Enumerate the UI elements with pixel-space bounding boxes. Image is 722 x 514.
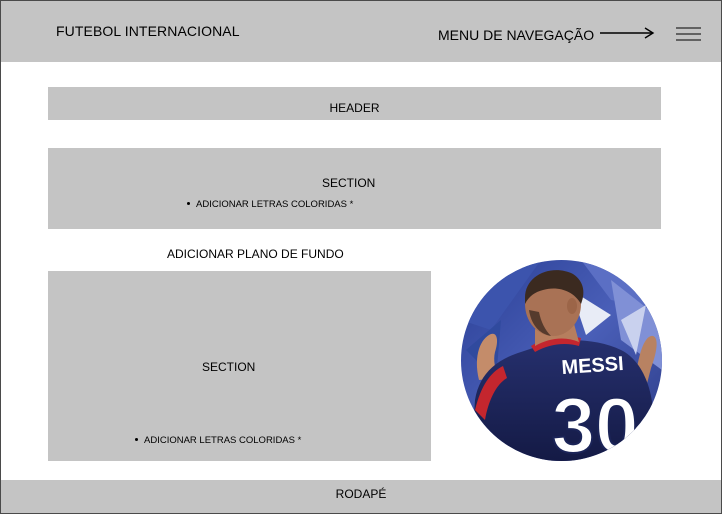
section-top-label: SECTION (322, 176, 376, 190)
player-photo: MESSI 30 (461, 260, 662, 461)
site-brand[interactable]: FUTEBOL INTERNACIONAL (56, 23, 240, 39)
bullet-icon (135, 437, 138, 441)
wireframe-page: FUTEBOL INTERNACIONAL MENU DE NAVEGAÇÃO … (0, 0, 722, 514)
bullet-icon (187, 201, 190, 205)
section-top-note-text: ADICIONAR LETRAS COLORIDAS * (196, 199, 354, 210)
navigation-menu-label[interactable]: MENU DE NAVEGAÇÃO (438, 27, 594, 43)
section-bottom-note: ADICIONAR LETRAS COLORIDAS * (135, 435, 301, 446)
section-bottom-label: SECTION (202, 360, 256, 374)
header-label: HEADER (329, 101, 380, 115)
footer-label: RODAPÉ (335, 487, 387, 501)
hamburger-menu-icon[interactable] (676, 27, 701, 41)
jersey-name-text: MESSI (561, 353, 625, 379)
section-top-note: ADICIONAR LETRAS COLORIDAS * (187, 199, 353, 210)
arrow-right-icon (600, 27, 655, 39)
top-bar: FUTEBOL INTERNACIONAL MENU DE NAVEGAÇÃO (1, 1, 721, 62)
section-bottom-placeholder: SECTION ADICIONAR LETRAS COLORIDAS * (48, 271, 431, 461)
player-illustration: MESSI 30 (461, 260, 662, 461)
background-note: ADICIONAR PLANO DE FUNDO (167, 247, 344, 261)
section-top-placeholder: SECTION ADICIONAR LETRAS COLORIDAS * (48, 148, 661, 229)
section-bottom-note-text: ADICIONAR LETRAS COLORIDAS * (144, 435, 302, 446)
header-placeholder: HEADER (48, 87, 661, 120)
jersey-number-text: 30 (552, 381, 639, 461)
footer-bar: RODAPÉ (1, 480, 721, 513)
